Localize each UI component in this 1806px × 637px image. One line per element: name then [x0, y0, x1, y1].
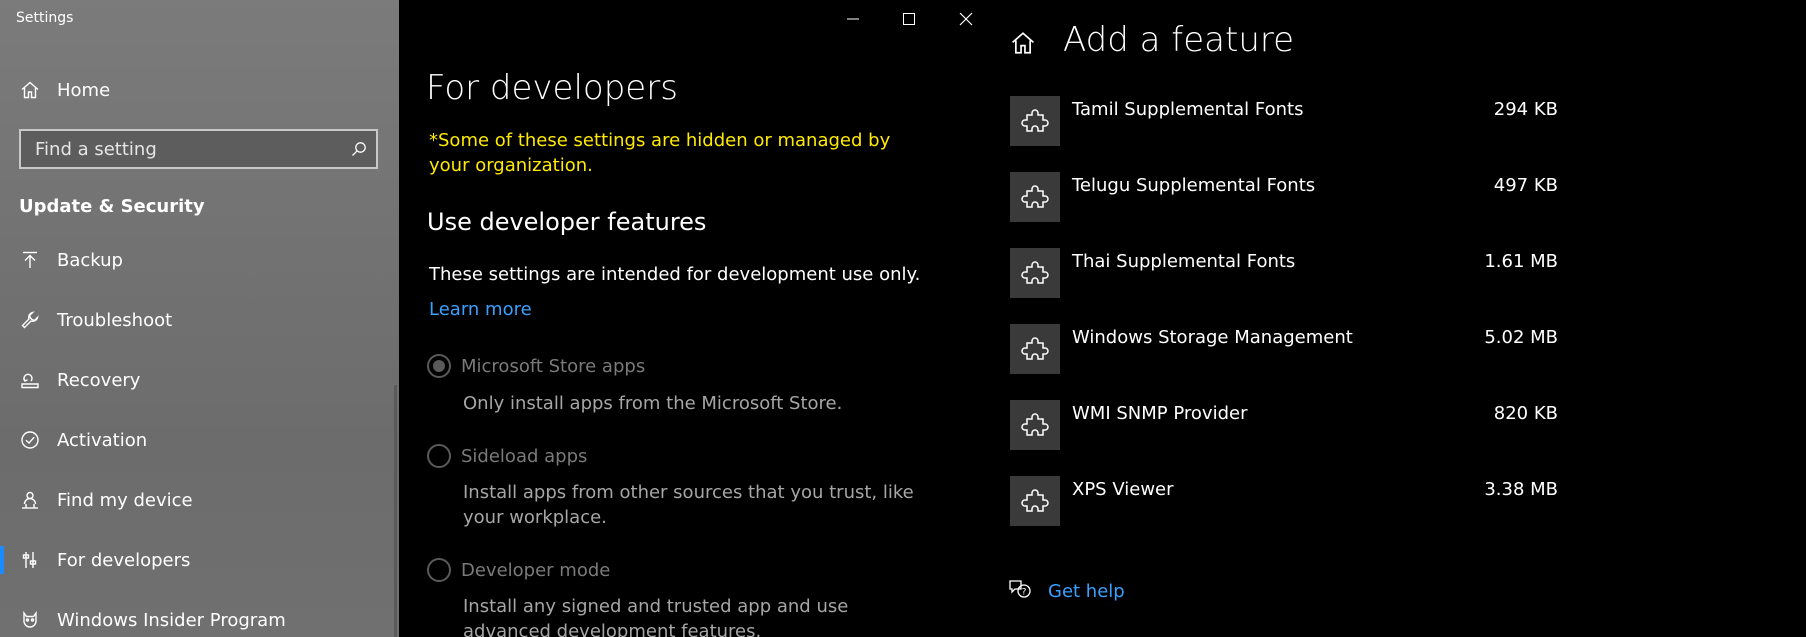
- wrench-icon: [18, 308, 42, 332]
- feature-size: 5.02 MB: [1484, 327, 1558, 348]
- managed-warning: *Some of these settings are hidden or ma…: [429, 130, 891, 176]
- sidebar-scrollbar[interactable]: [394, 385, 397, 637]
- search-icon[interactable]: [342, 131, 376, 167]
- sidebar-item-label: Home: [57, 79, 111, 101]
- feature-row[interactable]: XPS Viewer 3.38 MB: [1010, 476, 1558, 528]
- radio-description: Install apps from other sources that you…: [463, 482, 914, 528]
- feature-size: 1.61 MB: [1484, 251, 1558, 272]
- minimize-icon: [847, 18, 859, 20]
- section-description: These settings are intended for developm…: [429, 264, 921, 285]
- learn-more-link[interactable]: Learn more: [429, 299, 532, 320]
- radio-selected-dot: [433, 360, 445, 372]
- feature-row[interactable]: Thai Supplemental Fonts 1.61 MB: [1010, 248, 1558, 300]
- radio-microsoft-store-apps[interactable]: Microsoft Store apps: [427, 354, 645, 378]
- radio-button[interactable]: [427, 558, 451, 582]
- get-help-label: Get help: [1048, 580, 1125, 602]
- feature-row[interactable]: Windows Storage Management 5.02 MB: [1010, 324, 1558, 376]
- settings-sidebar: Settings Home Update & Security Backup: [0, 0, 399, 637]
- page-title: For developers: [426, 68, 678, 108]
- sidebar-item-label: Activation: [57, 429, 148, 451]
- feature-row[interactable]: WMI SNMP Provider 820 KB: [1010, 400, 1558, 452]
- person-location-icon: [18, 488, 42, 512]
- backup-arrow-icon: [18, 248, 42, 272]
- sidebar-item-label: Windows Insider Program: [57, 609, 286, 631]
- sidebar-item-find-my-device[interactable]: Find my device: [0, 474, 399, 526]
- add-feature-title: Add a feature: [1063, 20, 1295, 60]
- for-developers-panel: For developers *Some of these settings a…: [399, 0, 999, 637]
- section-heading: Use developer features: [427, 208, 707, 236]
- radio-sideload-apps[interactable]: Sideload apps: [427, 444, 587, 468]
- sidebar-item-home[interactable]: Home: [0, 64, 399, 116]
- chat-help-icon: ?: [1008, 578, 1032, 604]
- maximize-icon: [903, 13, 915, 25]
- get-help-link[interactable]: ? Get help: [1008, 578, 1125, 604]
- home-icon: [18, 78, 42, 102]
- sidebar-item-backup[interactable]: Backup: [0, 234, 399, 286]
- radio-button[interactable]: [427, 354, 451, 378]
- recovery-icon: [18, 368, 42, 392]
- puzzle-piece-icon: [1010, 476, 1060, 526]
- feature-size: 3.38 MB: [1484, 479, 1558, 500]
- add-feature-panel: Add a feature Tamil Supplemental Fonts 29…: [999, 0, 1806, 637]
- svg-text:?: ?: [1022, 588, 1027, 598]
- close-button[interactable]: [943, 4, 989, 34]
- home-icon[interactable]: [1010, 30, 1036, 56]
- feature-name: Tamil Supplemental Fonts: [1072, 99, 1304, 120]
- sidebar-item-for-developers[interactable]: For developers: [0, 534, 399, 586]
- section-title: Update & Security: [19, 196, 205, 217]
- feature-name: Windows Storage Management: [1072, 327, 1353, 348]
- feature-name: WMI SNMP Provider: [1072, 403, 1248, 424]
- sidebar-item-recovery[interactable]: Recovery: [0, 354, 399, 406]
- close-icon: [959, 12, 973, 26]
- feature-row[interactable]: Telugu Supplemental Fonts 497 KB: [1010, 172, 1558, 224]
- maximize-button[interactable]: [886, 4, 932, 34]
- insider-cat-icon: [18, 608, 42, 632]
- sidebar-item-label: For developers: [57, 549, 191, 571]
- radio-description: Install any signed and trusted app and u…: [463, 596, 849, 637]
- puzzle-piece-icon: [1010, 400, 1060, 450]
- developer-sliders-icon: [18, 548, 42, 572]
- sidebar-item-label: Troubleshoot: [57, 309, 173, 331]
- sidebar-item-windows-insider-program[interactable]: Windows Insider Program: [0, 594, 399, 637]
- radio-label: Sideload apps: [461, 445, 588, 467]
- sidebar-item-label: Find my device: [57, 489, 193, 511]
- sidebar-item-troubleshoot[interactable]: Troubleshoot: [0, 294, 399, 346]
- sidebar-item-label: Backup: [57, 249, 123, 271]
- sidebar-item-activation[interactable]: Activation: [0, 414, 399, 466]
- feature-size: 497 KB: [1493, 175, 1558, 196]
- radio-button[interactable]: [427, 444, 451, 468]
- feature-size: 294 KB: [1493, 99, 1558, 120]
- search-input[interactable]: [21, 131, 342, 167]
- minimize-button[interactable]: [830, 4, 876, 34]
- feature-name: Telugu Supplemental Fonts: [1072, 175, 1316, 196]
- sidebar-item-label: Recovery: [57, 369, 141, 391]
- puzzle-piece-icon: [1010, 172, 1060, 222]
- feature-name: Thai Supplemental Fonts: [1072, 251, 1296, 272]
- check-circle-icon: [18, 428, 42, 452]
- puzzle-piece-icon: [1010, 96, 1060, 146]
- radio-label: Microsoft Store apps: [461, 355, 646, 377]
- feature-row[interactable]: Tamil Supplemental Fonts 294 KB: [1010, 96, 1558, 148]
- radio-developer-mode[interactable]: Developer mode: [427, 558, 610, 582]
- feature-size: 820 KB: [1493, 403, 1558, 424]
- puzzle-piece-icon: [1010, 324, 1060, 374]
- radio-label: Developer mode: [461, 559, 611, 581]
- feature-name: XPS Viewer: [1072, 479, 1174, 500]
- puzzle-piece-icon: [1010, 248, 1060, 298]
- window-title: Settings: [16, 10, 74, 26]
- search-box: [19, 129, 378, 169]
- radio-description: Only install apps from the Microsoft Sto…: [463, 393, 843, 414]
